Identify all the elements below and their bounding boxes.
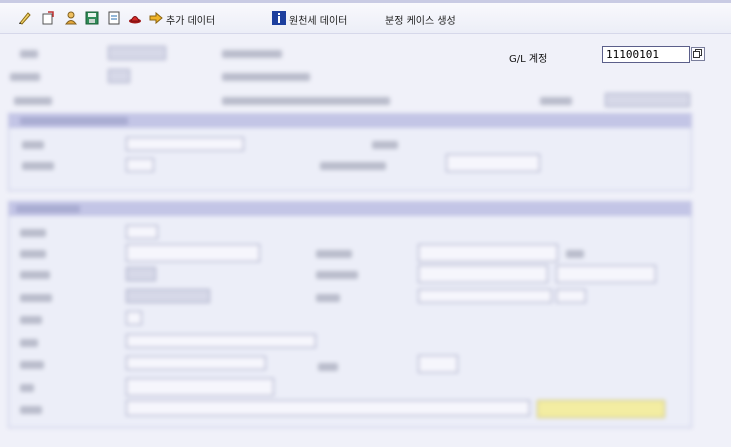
field-label xyxy=(22,141,44,149)
input-field[interactable] xyxy=(418,244,558,262)
header-label xyxy=(14,97,52,105)
section-panel-2 xyxy=(8,201,692,428)
field-label xyxy=(20,229,46,237)
application-toolbar: 추가 데이터 원천세 데이터 분정 케이스 생성 xyxy=(0,3,731,34)
create-split-case-button[interactable]: 분정 케이스 생성 xyxy=(385,12,456,27)
amount-field[interactable] xyxy=(126,137,244,151)
additional-data-button[interactable]: 추가 데이터 xyxy=(166,12,215,27)
field-label xyxy=(316,294,340,302)
gl-account-input[interactable]: 11100101 xyxy=(602,46,690,63)
document-icon[interactable] xyxy=(107,11,121,25)
input-field[interactable] xyxy=(418,289,552,303)
action-button[interactable] xyxy=(537,400,665,418)
field-label xyxy=(20,250,46,258)
copy-glyph-icon xyxy=(693,49,702,58)
small-field[interactable] xyxy=(556,289,586,303)
header-label xyxy=(10,73,40,81)
section-title xyxy=(16,205,80,213)
info-icon[interactable] xyxy=(272,11,286,25)
header-label xyxy=(540,97,572,105)
text-field[interactable] xyxy=(126,334,316,348)
pencil-icon[interactable] xyxy=(18,11,32,25)
field-label xyxy=(20,361,44,369)
select-field[interactable] xyxy=(126,356,266,370)
field-label xyxy=(320,162,386,170)
small-field[interactable] xyxy=(126,225,158,239)
header-label xyxy=(222,73,310,81)
field-label xyxy=(20,339,38,347)
tiny-field[interactable] xyxy=(126,311,142,325)
field-label xyxy=(372,141,398,149)
section-title xyxy=(20,117,128,125)
field-label xyxy=(20,406,42,414)
field-label xyxy=(318,363,338,371)
header-field[interactable] xyxy=(605,93,690,107)
header-field[interactable] xyxy=(108,46,166,60)
gl-account-label: G/L 계정 xyxy=(509,54,548,65)
field-label xyxy=(20,294,52,302)
code-field[interactable] xyxy=(126,158,154,172)
small-field[interactable] xyxy=(418,355,458,373)
red-hat-icon[interactable] xyxy=(128,11,142,25)
green-arrow-icon[interactable] xyxy=(149,11,163,25)
field-label xyxy=(316,271,358,279)
field-label xyxy=(20,384,34,392)
date-field[interactable] xyxy=(126,244,260,262)
source-doc-data-button[interactable]: 원천세 데이터 xyxy=(289,12,347,27)
header-label xyxy=(222,50,282,58)
field-label xyxy=(316,250,352,258)
code-field[interactable] xyxy=(126,267,156,281)
copy-document-icon[interactable] xyxy=(41,11,55,25)
period-from-field[interactable] xyxy=(418,265,548,283)
field-label xyxy=(20,316,42,324)
field-label xyxy=(20,271,50,279)
field-label xyxy=(566,250,584,258)
period-to-field[interactable] xyxy=(556,265,656,283)
copy-icon[interactable] xyxy=(691,47,705,61)
date-field[interactable] xyxy=(126,289,210,303)
field-label xyxy=(22,162,54,170)
header-field[interactable] xyxy=(108,69,130,83)
header-label xyxy=(20,50,38,58)
person-icon[interactable] xyxy=(64,11,78,25)
section-header xyxy=(9,202,691,216)
long-text-field[interactable] xyxy=(126,400,530,416)
save-icon[interactable] xyxy=(85,11,99,25)
header-label xyxy=(222,97,390,105)
text-field[interactable] xyxy=(126,378,274,396)
tax-field[interactable] xyxy=(446,154,540,172)
